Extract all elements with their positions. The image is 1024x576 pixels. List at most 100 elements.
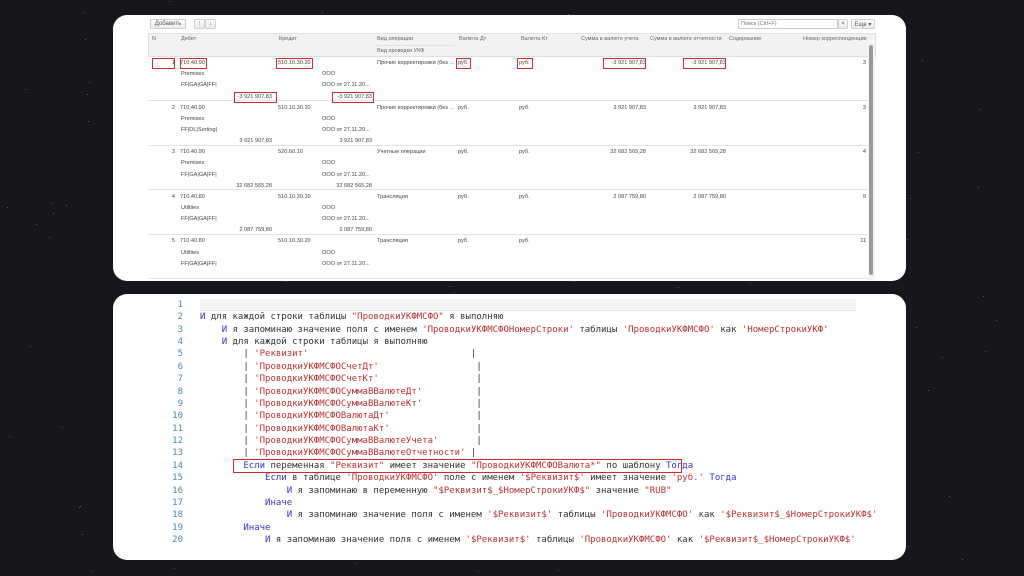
cell-n[interactable]: 5 [150, 237, 175, 246]
header-operation[interactable]: Вид операции [377, 36, 413, 42]
cell-debit3[interactable]: FF|GA|GA|FF| [181, 171, 271, 180]
code-line[interactable]: И для каждой строки таблицы я выполняю [200, 336, 428, 348]
header-currency-kt[interactable]: Валюта Кт [521, 36, 548, 42]
cell-debit3[interactable]: FF|DL|Sorting| [181, 126, 271, 135]
code-line[interactable]: | 'ПроводкиУКФМСФОВалютаКт' | [200, 423, 481, 435]
cell-credit2[interactable]: ООО [322, 159, 374, 168]
code-line[interactable]: И я запоминаю в переменную "$Реквизит$_$… [200, 485, 672, 497]
code-line[interactable]: Если в таблице 'ПроводкиУКФМСФО' поле с … [200, 472, 736, 484]
cell-debit[interactable]: 710.40.90 [180, 104, 275, 113]
cell-credit-amt[interactable]: 2 087 759,80 [278, 226, 372, 235]
cell-cur-kt[interactable]: руб. [519, 104, 577, 113]
cell-debit3[interactable]: FF|GA|GA|FF| [181, 260, 271, 269]
cell-op[interactable]: Учетные операции [377, 148, 455, 157]
arrow-up-icon[interactable]: ↑ [194, 19, 205, 29]
scrollbar-thumb[interactable] [869, 45, 873, 275]
code-line[interactable]: | 'ПроводкиУКФМСФОСуммаВВалютеКт' | [200, 398, 481, 410]
cell-debit[interactable]: 710.40.80 [180, 193, 275, 202]
cell-n[interactable]: 2 [150, 104, 175, 113]
cell-credit2[interactable]: ООО [322, 115, 374, 124]
cell-sum-acc[interactable] [578, 237, 646, 246]
search-input[interactable] [738, 19, 838, 29]
header-debit[interactable]: Дебет [181, 36, 196, 42]
header-correspondence[interactable]: Номер корреспонденции [803, 36, 867, 42]
code-line[interactable]: | 'ПроводкиУКФМСФОВалютаДт' | [200, 410, 481, 422]
cell-credit[interactable]: 510.10.30.20 [278, 237, 374, 246]
clear-search-button[interactable]: × [838, 19, 848, 29]
cell-credit3[interactable]: ООО от 27.11.20... [322, 260, 374, 269]
code-line[interactable]: | 'ПроводкиУКФМСФОСчетДт' | [200, 361, 481, 373]
code-line[interactable]: | 'ПроводкиУКФМСФОСуммаВВалютеОтчетности… [200, 447, 476, 459]
header-sum-reporting[interactable]: Сумма в валюте отчетности [650, 36, 722, 42]
code-line[interactable]: И я запоминаю значение поля с именем '$Р… [200, 509, 878, 521]
cell-op[interactable]: Прочие корректировки (без ... [377, 104, 455, 113]
cell-debit2[interactable]: Premises [181, 159, 271, 168]
cell-sum-rep[interactable]: 3 921 907,83 [647, 104, 726, 113]
cell-credit2[interactable]: ООО [322, 70, 374, 79]
header-sum-accounting[interactable]: Сумма в валюте учета [581, 36, 638, 42]
cell-cur-dt[interactable]: руб. [458, 237, 516, 246]
cell-debit[interactable]: 710.40.90 [180, 148, 275, 157]
cell-cur-kt[interactable]: руб. [519, 193, 577, 202]
cell-cur-dt[interactable]: руб. [458, 193, 516, 202]
cell-debit2[interactable]: Premises [181, 115, 271, 124]
cell-credit-amt[interactable] [278, 271, 372, 280]
cell-corr[interactable]: 4 [800, 148, 866, 157]
cell-debit2[interactable]: Utilities [181, 204, 271, 213]
cell-corr[interactable]: 11 [800, 237, 866, 246]
cell-op[interactable]: Трансляция [377, 237, 455, 246]
cell-credit3[interactable]: ООО от 27.11.20... [322, 215, 374, 224]
cell-credit3[interactable]: ООО от 27.11.20... [322, 126, 374, 135]
cell-debit3[interactable]: FF|GA|GA|FF| [181, 81, 271, 90]
cell-corr[interactable]: 3 [800, 104, 866, 113]
cell-debit-amt[interactable]: 3 921 907,83 [180, 137, 272, 146]
code-line[interactable]: | 'ПроводкиУКФМСФОСуммаВВалютеУчета' | [200, 435, 481, 447]
cell-credit[interactable]: 520.60.10 [278, 148, 374, 157]
add-button[interactable]: Добавить [150, 19, 186, 29]
cell-sum-rep[interactable]: 32 682 565,28 [647, 148, 726, 157]
more-button[interactable]: Еще ▾ [851, 19, 875, 29]
cell-credit[interactable]: 510.10.30.10 [278, 193, 374, 202]
arrow-down-icon[interactable]: ↓ [205, 19, 216, 29]
cell-credit[interactable]: 510.10.30.20 [278, 104, 374, 113]
code-line[interactable]: Иначе [200, 497, 292, 509]
cell-corr[interactable]: 9 [800, 193, 866, 202]
cell-debit[interactable]: 710.40.80 [180, 237, 275, 246]
cell-sum-acc[interactable]: 32 682 565,28 [578, 148, 646, 157]
cell-sum-acc[interactable]: 2 087 759,80 [578, 193, 646, 202]
code-line[interactable]: Иначе [200, 522, 270, 534]
cell-debit2[interactable]: Premises [181, 70, 271, 79]
cell-credit-amt[interactable]: 3 921 907,83 [278, 137, 372, 146]
cell-credit3[interactable]: ООО от 27.11.20... [322, 81, 374, 90]
cell-sum-rep[interactable]: 2 087 759,80 [647, 193, 726, 202]
cell-credit3[interactable]: ООО от 27.11.20... [322, 171, 374, 180]
code-line[interactable]: И я запоминаю значение поля с именем 'Пр… [200, 324, 829, 336]
code-line[interactable]: И для каждой строки таблицы "ПроводкиУКФ… [200, 311, 503, 323]
cell-cur-kt[interactable]: руб. [519, 148, 577, 157]
cell-credit-amt[interactable]: 32 682 565,28 [278, 182, 372, 191]
cell-sum-acc[interactable]: 3 921 907,83 [578, 104, 646, 113]
code-line[interactable]: | 'ПроводкиУКФМСФОСчетКт' | [200, 373, 481, 385]
header-n[interactable]: N [152, 36, 156, 42]
cell-debit2[interactable]: Utilities [181, 249, 271, 258]
cell-cur-kt[interactable]: руб. [519, 237, 577, 246]
scrollbar[interactable] [868, 40, 875, 280]
cell-sum-rep[interactable] [647, 237, 726, 246]
cell-op[interactable]: Трансляция [377, 193, 455, 202]
cell-n[interactable]: 4 [150, 193, 175, 202]
cell-corr[interactable]: 3 [800, 59, 866, 68]
cell-debit-amt[interactable]: 32 682 565,28 [180, 182, 272, 191]
cell-cur-dt[interactable]: руб. [458, 148, 516, 157]
header-content[interactable]: Содержание [729, 36, 761, 42]
cell-credit2[interactable]: ООО [322, 249, 374, 258]
code-line[interactable]: | 'Реквизит' | [200, 348, 476, 360]
code-line[interactable]: И я запоминаю значение поля с именем '$Р… [200, 534, 856, 546]
header-credit[interactable]: Кредит [279, 36, 297, 42]
code-line[interactable]: | 'ПроводкиУКФМСФОСуммаВВалютеДт' | [200, 386, 481, 398]
cell-debit3[interactable]: FF|GA|GA|FF| [181, 215, 271, 224]
cell-debit-amt[interactable]: 2 087 759,80 [180, 226, 272, 235]
cell-credit2[interactable]: ООО [322, 204, 374, 213]
header-currency-dt[interactable]: Валюта Дт [459, 36, 486, 42]
header-posting-type[interactable]: Вид проводки УКФ [377, 48, 424, 54]
cell-op[interactable]: Прочие корректировки (без ... [377, 59, 455, 68]
